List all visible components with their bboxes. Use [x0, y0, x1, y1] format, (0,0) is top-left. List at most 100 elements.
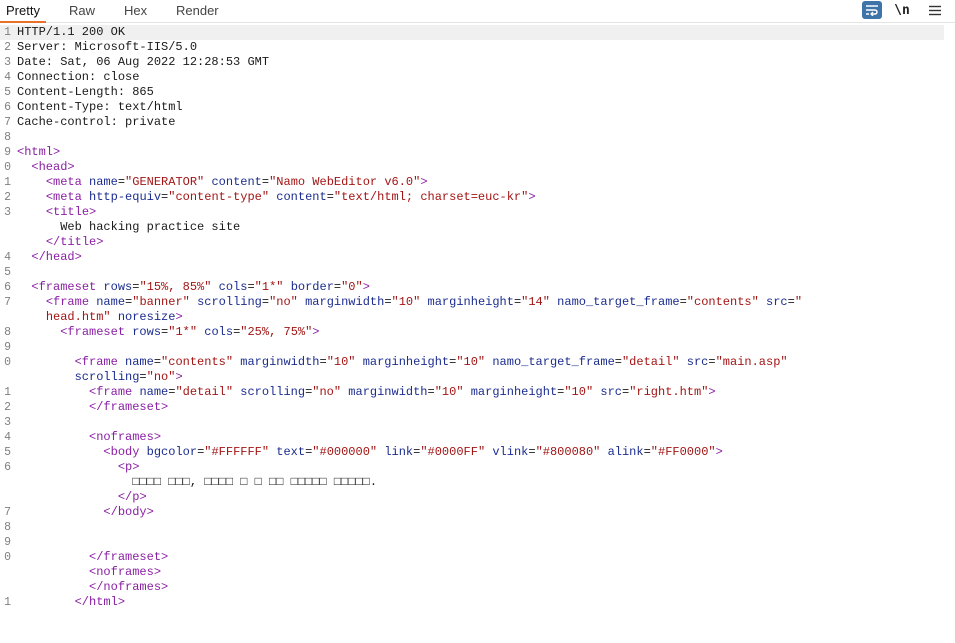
code-line: 9 — [0, 340, 955, 355]
word-wrap-icon — [866, 5, 878, 16]
code-line: </noframes> — [0, 580, 955, 595]
code-line: 8 — [0, 520, 955, 535]
line-number: 6 — [4, 461, 11, 474]
code-text: <noframes> — [89, 430, 162, 444]
code-line: head.htm" noresize> — [0, 310, 955, 325]
code-text: <frameset rows="15%, 85%" cols="1*" bord… — [31, 280, 370, 294]
word-wrap-button[interactable] — [862, 1, 882, 19]
code-text: <frame name="banner" scrolling="no" marg… — [45, 295, 803, 309]
code-line: 5 <body bgcolor="#FFFFFF" text="#000000"… — [0, 445, 955, 460]
line-number: 0 — [4, 161, 11, 174]
code-line: 4 <noframes> — [0, 430, 955, 445]
code-text: Server: Microsoft-IIS/5.0 — [17, 40, 198, 54]
line-number: 6 — [4, 281, 11, 294]
code-text: </p> — [117, 490, 147, 504]
line-number: 0 — [4, 356, 11, 369]
response-view-tabbar: Pretty Raw Hex Render \n — [0, 0, 955, 23]
code-text: <head> — [31, 160, 75, 174]
line-number: 9 — [4, 536, 11, 549]
line-number: 3 — [4, 56, 11, 69]
line-number: 7 — [4, 506, 11, 519]
code-line: 4 Connection: close — [0, 70, 955, 85]
tab-raw[interactable]: Raw — [69, 0, 95, 22]
code-text: </noframes> — [89, 580, 169, 594]
code-text: <frame name="contents" marginwidth="10" … — [74, 355, 788, 369]
line-number: 9 — [4, 341, 11, 354]
code-text: HTTP/1.1 200 OK — [17, 25, 126, 39]
code-line: 3 <title> — [0, 205, 955, 220]
code-text: <html> — [17, 145, 61, 159]
code-line: 5 Content-Length: 865 — [0, 85, 955, 100]
code-line: Web hacking practice site — [0, 220, 955, 235]
code-line: <noframes> — [0, 565, 955, 580]
code-line: </title> — [0, 235, 955, 250]
code-line: 1 </html> — [0, 595, 955, 610]
code-text: □□□□ □□□, □□□□ □ □ □□ □□□□□ □□□□□. — [17, 475, 378, 489]
code-text: <meta name="GENERATOR" content="Namo Web… — [45, 175, 428, 189]
code-text: <frameset rows="1*" cols="25%, 75%"> — [60, 325, 320, 339]
line-number: 1 — [4, 176, 11, 189]
line-number: 8 — [4, 521, 11, 534]
code-line: 1 <meta name="GENERATOR" content="Namo W… — [0, 175, 955, 190]
code-line: scrolling="no"> — [0, 370, 955, 385]
line-number: 1 — [4, 386, 11, 399]
code-line: 6 <p> — [0, 460, 955, 475]
line-number: 4 — [4, 71, 11, 84]
options-menu-button[interactable] — [925, 1, 945, 19]
code-line: 2 </frameset> — [0, 400, 955, 415]
code-line: 7 <frame name="banner" scrolling="no" ma… — [0, 295, 955, 310]
line-number: 5 — [4, 266, 11, 279]
code-line: 9 <html> — [0, 145, 955, 160]
code-line: 2 <meta http-equiv="content-type" conten… — [0, 190, 955, 205]
code-line: 9 — [0, 535, 955, 550]
show-newlines-button[interactable]: \n — [892, 1, 912, 19]
code-text: <body bgcolor="#FFFFFF" text="#000000" l… — [103, 445, 723, 459]
code-line: 0 <frame name="contents" marginwidth="10… — [0, 355, 955, 370]
code-text: <meta http-equiv="content-type" content=… — [45, 190, 536, 204]
code-text: scrolling="no"> — [74, 370, 183, 384]
line-number: 5 — [4, 446, 11, 459]
code-text: <title> — [45, 205, 97, 219]
code-text: <p> — [117, 460, 140, 474]
code-text: Content-Length: 865 — [17, 85, 154, 99]
code-line: 3 — [0, 415, 955, 430]
line-number: 4 — [4, 431, 11, 444]
line-number: 1 — [4, 596, 11, 609]
code-line: </p> — [0, 490, 955, 505]
tab-render[interactable]: Render — [176, 0, 219, 22]
line-number: 3 — [4, 416, 11, 429]
code-text: <frame name="detail" scrolling="no" marg… — [89, 385, 716, 399]
code-line: 8 <frameset rows="1*" cols="25%, 75%"> — [0, 325, 955, 340]
code-line: 6 <frameset rows="15%, 85%" cols="1*" bo… — [0, 280, 955, 295]
line-number: 9 — [4, 146, 11, 159]
code-line: 2 Server: Microsoft-IIS/5.0 — [0, 40, 955, 55]
code-text: <noframes> — [89, 565, 162, 579]
code-text: </title> — [45, 235, 104, 249]
line-number: 2 — [4, 41, 11, 54]
tab-pretty[interactable]: Pretty — [0, 0, 46, 23]
line-number: 8 — [4, 131, 11, 144]
code-line: 3 Date: Sat, 06 Aug 2022 12:28:53 GMT — [0, 55, 955, 70]
code-line: 5 — [0, 265, 955, 280]
line-number: 3 — [4, 206, 11, 219]
code-text: </html> — [74, 595, 126, 609]
code-text: Web hacking practice site — [17, 220, 241, 234]
line-number: 7 — [4, 116, 11, 129]
line-number: 7 — [4, 296, 11, 309]
code-text: Content-Type: text/html — [17, 100, 183, 114]
code-text: head.htm" noresize> — [45, 310, 183, 324]
code-text: </head> — [31, 250, 82, 264]
line-number: 6 — [4, 101, 11, 114]
line-number: 2 — [4, 191, 11, 204]
line-number: 8 — [4, 326, 11, 339]
code-text: Cache-control: private — [17, 115, 176, 129]
line-number: 5 — [4, 86, 11, 99]
code-line: 7 </body> — [0, 505, 955, 520]
code-text: Connection: close — [17, 70, 140, 84]
code-text: </frameset> — [89, 550, 169, 564]
tab-hex[interactable]: Hex — [124, 0, 147, 22]
code-line: 1 HTTP/1.1 200 OK — [0, 25, 944, 40]
code-line: 0 <head> — [0, 160, 955, 175]
code-line: 6 Content-Type: text/html — [0, 100, 955, 115]
response-editor[interactable]: 1 HTTP/1.1 200 OK 2 Server: Microsoft-IIS/5… — [0, 25, 955, 643]
